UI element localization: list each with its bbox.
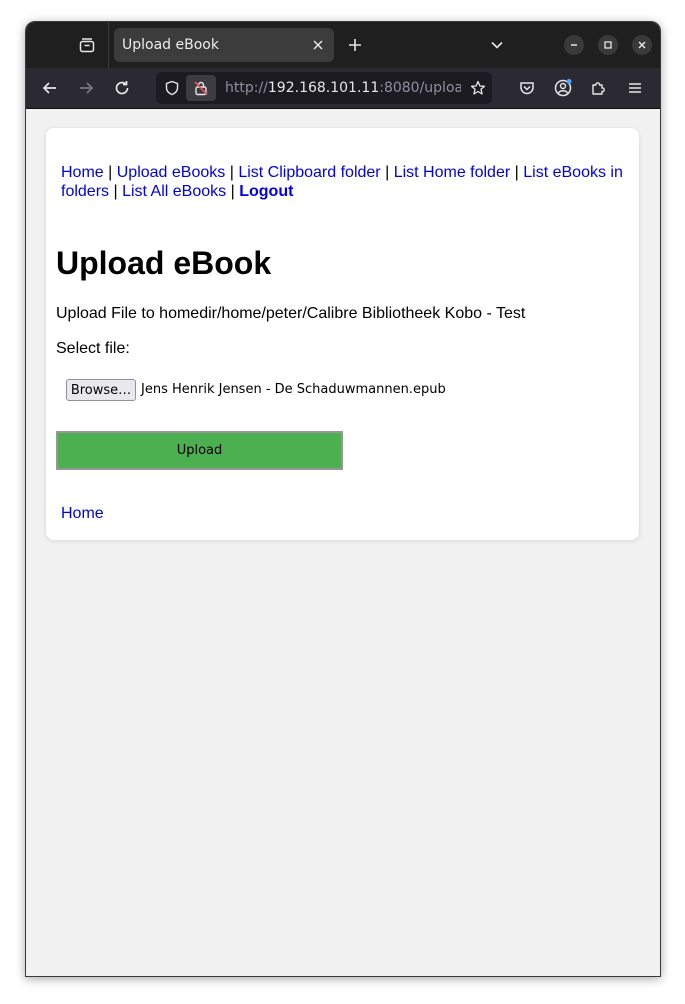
- nav-separator: |: [113, 183, 118, 200]
- nav-separator: |: [385, 164, 390, 181]
- nav-separator: |: [230, 183, 235, 200]
- tab-overview-icon: [79, 38, 95, 53]
- nav-separator: |: [108, 164, 113, 181]
- reload-button[interactable]: [112, 78, 132, 98]
- maximize-icon: [604, 41, 612, 49]
- bookmark-star-icon[interactable]: [470, 80, 486, 96]
- select-file-label: Select file:: [56, 340, 130, 357]
- plus-icon: [349, 39, 361, 51]
- tab-close-button[interactable]: [310, 37, 326, 53]
- nav-link-logout[interactable]: Logout: [239, 183, 293, 200]
- list-all-tabs-button[interactable]: [489, 37, 505, 53]
- selected-file-name: Jens Henrik Jensen - De Schaduwmannen.ep…: [141, 382, 446, 397]
- menu-button[interactable]: [625, 78, 645, 98]
- active-tab[interactable]: Upload eBook: [114, 28, 334, 62]
- nav-link-upload-ebooks[interactable]: Upload eBooks: [117, 164, 226, 181]
- url-path: :8080/upload: [379, 80, 461, 96]
- tab-title: Upload eBook: [122, 37, 219, 53]
- browse-button[interactable]: Browse…: [66, 379, 136, 401]
- shield-icon[interactable]: [164, 80, 180, 96]
- extensions-button[interactable]: [589, 78, 609, 98]
- account-button[interactable]: [553, 78, 573, 98]
- forward-button[interactable]: [76, 78, 96, 98]
- arrow-right-icon: [80, 82, 94, 94]
- page-title: Upload eBook: [56, 245, 272, 281]
- page-viewport: Home | Upload eBooks | List Clipboard fo…: [26, 109, 660, 976]
- back-button[interactable]: [40, 78, 60, 98]
- url-scheme: http://: [225, 80, 268, 96]
- insecure-connection-button[interactable]: [186, 75, 216, 101]
- upload-button[interactable]: Upload: [56, 431, 343, 470]
- tab-overview-button[interactable]: [74, 34, 100, 56]
- chevron-down-icon: [491, 41, 503, 49]
- nav-separator: |: [229, 164, 234, 181]
- hamburger-icon: [629, 83, 641, 93]
- nav-link-list-all-ebooks[interactable]: List All eBooks: [122, 183, 226, 200]
- navigation-bar: http://192.168.101.11:8080/upload: [26, 68, 660, 109]
- tab-bar: Upload eBook: [26, 22, 660, 68]
- minimize-icon: [571, 44, 577, 46]
- insecure-lock-icon: [194, 81, 208, 96]
- nav-link-home[interactable]: Home: [61, 164, 104, 181]
- window-close-button[interactable]: [632, 35, 652, 55]
- tab-separator: [108, 22, 109, 68]
- url-host: 192.168.101.11: [267, 80, 380, 96]
- upload-destination-text: Upload File to homedir/home/peter/Calibr…: [56, 305, 526, 322]
- account-icon: [554, 79, 572, 97]
- close-icon: [313, 40, 323, 50]
- nav-link-list-home[interactable]: List Home folder: [394, 164, 511, 181]
- nav-link-list-clipboard[interactable]: List Clipboard folder: [238, 164, 380, 181]
- url-text[interactable]: http://192.168.101.11:8080/upload: [225, 80, 461, 96]
- minimize-button[interactable]: [564, 35, 584, 55]
- pocket-icon: [520, 82, 534, 95]
- nav-separator: |: [514, 164, 519, 181]
- reload-icon: [115, 81, 129, 95]
- url-bar[interactable]: http://192.168.101.11:8080/upload: [156, 72, 492, 104]
- browser-window: Upload eBook http://192.168.101.11:8080/…: [25, 21, 661, 977]
- new-tab-button[interactable]: [346, 36, 364, 54]
- maximize-button[interactable]: [598, 35, 618, 55]
- close-icon: [638, 41, 646, 49]
- pocket-button[interactable]: [517, 78, 537, 98]
- top-nav-links: Home | Upload eBooks | List Clipboard fo…: [61, 163, 631, 201]
- content-card: Home | Upload eBooks | List Clipboard fo…: [46, 128, 639, 540]
- puzzle-icon: [592, 82, 605, 95]
- arrow-left-icon: [42, 82, 56, 94]
- footer-home-link[interactable]: Home: [61, 505, 104, 523]
